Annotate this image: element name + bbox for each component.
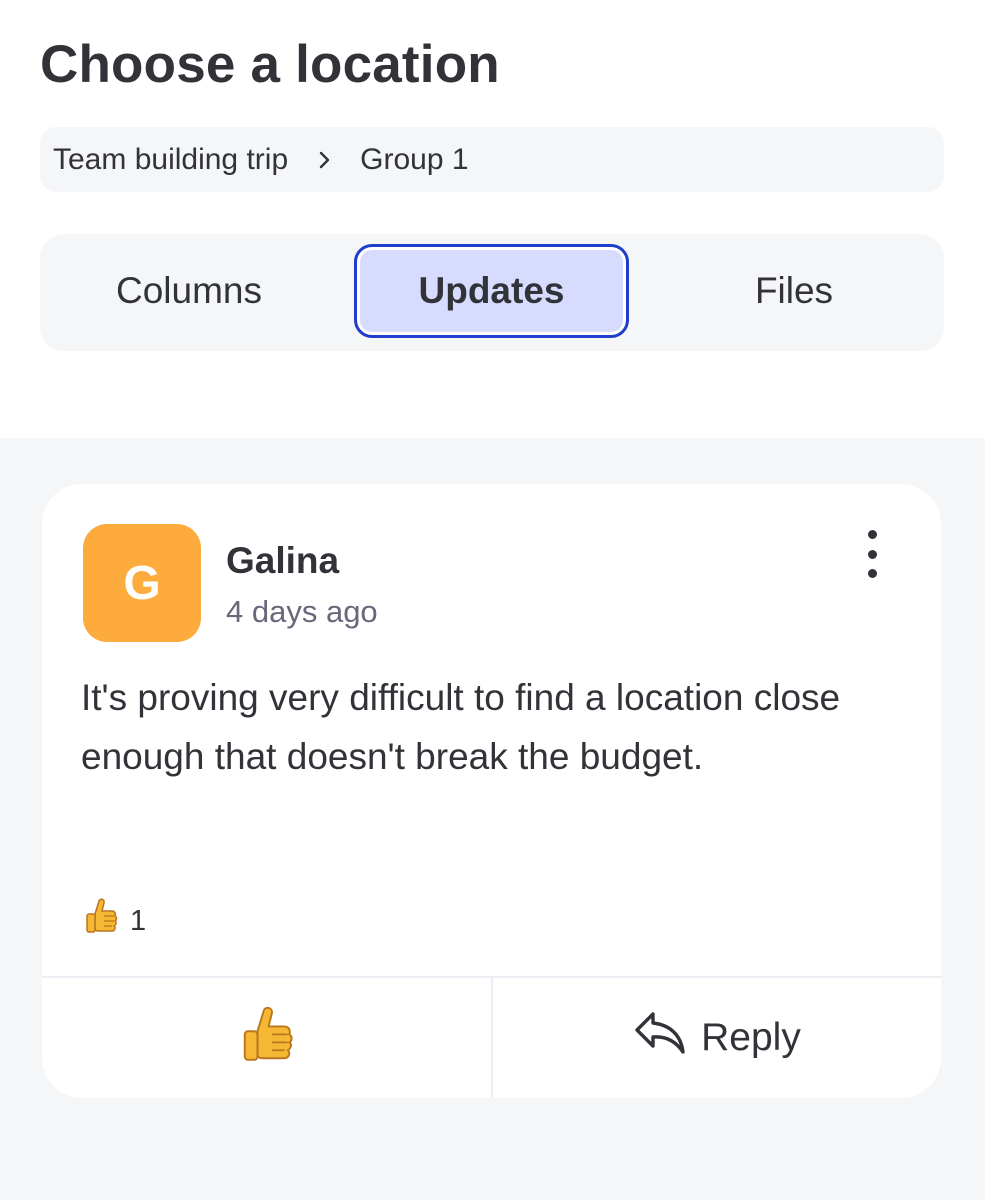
update-timestamp: 4 days ago [226,594,378,629]
tab-updates[interactable]: Updates [354,244,629,338]
avatar[interactable]: G [83,524,201,642]
reaction-count: 1 [130,904,147,937]
updates-feed: G Galina 4 days ago It's proving very di… [0,438,985,1200]
more-options-icon[interactable] [854,528,890,580]
reply-label: Reply [701,1016,801,1059]
thumbs-up-icon [84,897,118,945]
reaction-summary[interactable]: 1 [84,897,147,945]
breadcrumb-item-board[interactable]: Team building trip [53,143,288,177]
tab-files[interactable]: Files [644,244,944,338]
tab-bar: Columns Updates Files [40,234,944,351]
update-card: G Galina 4 days ago It's proving very di… [42,484,941,1098]
author-name[interactable]: Galina [226,540,339,582]
reply-arrow-icon [633,1010,687,1066]
page-title: Choose a location [40,35,500,94]
breadcrumb-item-group[interactable]: Group 1 [360,143,468,177]
reply-button[interactable]: Reply [493,978,941,1098]
chevron-right-icon [318,150,332,170]
like-button[interactable] [42,978,491,1098]
header-area: Choose a location Team building trip Gro… [0,0,985,438]
breadcrumb: Team building trip Group 1 [40,127,944,192]
tab-columns[interactable]: Columns [40,244,338,338]
thumbs-up-icon [240,999,294,1078]
update-body: It's proving very difficult to find a lo… [81,677,841,777]
